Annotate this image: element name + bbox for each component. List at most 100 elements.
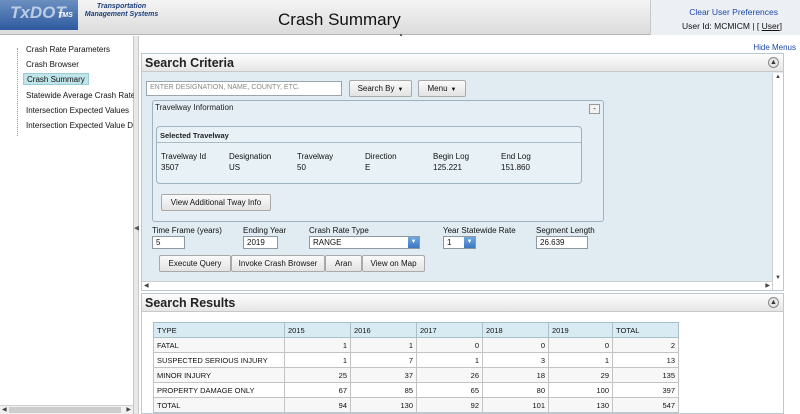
- column-header-total[interactable]: TOTAL: [612, 322, 679, 338]
- results-table: TYPE 2015 2016 2017 2018 2019 TOTAL FATA…: [153, 322, 679, 413]
- chevron-down-icon[interactable]: ▼: [464, 237, 475, 248]
- panel-header: Search Criteria ▲: [142, 54, 783, 72]
- cell-value: 0: [416, 337, 483, 353]
- cell-value: 0: [548, 337, 613, 353]
- cell-value: 397: [612, 382, 679, 398]
- sidebar: Crash Rate Parameters Crash Browser Cras…: [0, 36, 136, 414]
- sidebar-item-intersection-expected-values[interactable]: Intersection Expected Values: [23, 105, 132, 117]
- cell-type: FATAL: [153, 337, 285, 353]
- begin-log-field: Begin Log 125.221: [433, 151, 469, 173]
- user-id-prefix: User Id: MCMICM | [: [682, 21, 760, 31]
- sidebar-item-crash-browser[interactable]: Crash Browser: [23, 59, 82, 71]
- sidebar-item-crash-summary[interactable]: Crash Summary: [23, 73, 89, 85]
- field-value: 151.860: [501, 163, 530, 172]
- travelway-field: Travelway 50: [297, 151, 333, 173]
- sidebar-item-statewide-average-crash-rate[interactable]: Statewide Average Crash Rate: [23, 90, 138, 102]
- column-header-2018[interactable]: 2018: [482, 322, 549, 338]
- column-header-type[interactable]: TYPE: [153, 322, 285, 338]
- search-by-button[interactable]: Search By ▼: [349, 80, 412, 97]
- criteria-hscrollbar[interactable]: ◀ ▶: [142, 281, 772, 290]
- search-input[interactable]: ENTER DESIGNATION, NAME, COUNTY, ETC.: [146, 81, 342, 96]
- view-on-map-button[interactable]: View on Map: [362, 255, 425, 272]
- segment-length-label: Segment Length: [536, 226, 595, 235]
- table-row[interactable]: PROPERTY DAMAGE ONLY 67 85 65 80 100 397: [153, 382, 679, 398]
- cell-value: 85: [350, 382, 417, 398]
- collapse-up-icon[interactable]: ▲: [768, 57, 779, 68]
- scroll-thumb[interactable]: [9, 407, 121, 413]
- invoke-crash-browser-button[interactable]: Invoke Crash Browser: [231, 255, 325, 272]
- execute-query-button[interactable]: Execute Query: [159, 255, 231, 272]
- segment-length-input[interactable]: 26.639: [536, 236, 588, 249]
- user-link[interactable]: User: [762, 21, 780, 31]
- column-header-2017[interactable]: 2017: [416, 322, 483, 338]
- clear-preferences-link[interactable]: Clear User Preferences: [689, 7, 778, 17]
- cell-value: 2: [612, 337, 679, 353]
- field-label: Begin Log: [433, 152, 470, 161]
- end-log-field: End Log 151.860: [501, 151, 531, 173]
- crash-rate-type-select[interactable]: RANGE ▼: [309, 236, 420, 249]
- field-value: 125.221: [433, 163, 462, 172]
- travelway-information-box: Travelway Information - Selected Travelw…: [152, 100, 604, 222]
- cell-value: 130: [350, 397, 417, 413]
- aran-button[interactable]: Aran: [325, 255, 362, 272]
- user-id-suffix: ]: [779, 21, 782, 31]
- tree-line: [17, 48, 18, 136]
- cell-value: 1: [548, 352, 613, 368]
- year-statewide-rate-label: Year Statewide Rate: [443, 226, 516, 235]
- cell-value: 13: [612, 352, 679, 368]
- time-frame-input[interactable]: 5: [152, 236, 185, 249]
- logo-tms: TMS: [58, 12, 73, 19]
- collapse-up-icon[interactable]: ▲: [768, 297, 779, 308]
- table-row[interactable]: TOTAL 94 130 92 101 130 547: [153, 397, 679, 413]
- chevron-down-icon: ▼: [397, 87, 404, 93]
- cell-type: TOTAL: [153, 397, 285, 413]
- crash-rate-type-value: RANGE: [313, 238, 342, 247]
- scroll-down-icon[interactable]: ▼: [775, 275, 781, 281]
- chevron-down-icon[interactable]: ▼: [408, 237, 419, 248]
- cell-value: 25: [284, 367, 351, 383]
- scroll-left-icon[interactable]: ◀: [2, 406, 7, 413]
- field-label: Designation: [229, 152, 272, 161]
- year-statewide-rate-select[interactable]: 1 ▼: [443, 236, 476, 249]
- cell-value: 92: [416, 397, 483, 413]
- designation-field: Designation US: [229, 151, 271, 173]
- sidebar-item-crash-rate-parameters[interactable]: Crash Rate Parameters: [23, 44, 113, 56]
- cell-type: SUSPECTED SERIOUS INJURY: [153, 352, 285, 368]
- scroll-right-icon[interactable]: ▶: [765, 282, 770, 289]
- sidebar-hscrollbar[interactable]: ◀ ▶: [0, 405, 133, 414]
- view-additional-tway-info-button[interactable]: View Additional Tway Info: [161, 194, 271, 211]
- user-id-text: User Id: MCMICM | [ User]: [682, 21, 782, 31]
- scroll-up-icon[interactable]: ▲: [775, 74, 781, 80]
- menu-label: Menu: [427, 84, 448, 93]
- cell-value: 18: [482, 367, 549, 383]
- chevron-down-icon: ▼: [450, 87, 457, 93]
- cell-value: 135: [612, 367, 679, 383]
- menu-button[interactable]: Menu ▼: [418, 80, 466, 97]
- travelway-information-title: Travelway Information: [155, 103, 234, 112]
- field-label: Travelway: [297, 152, 334, 161]
- column-header-2015[interactable]: 2015: [284, 322, 351, 338]
- table-row[interactable]: MINOR INJURY 25 37 26 18 29 135: [153, 367, 679, 383]
- ending-year-input[interactable]: 2019: [243, 236, 278, 249]
- cell-type: PROPERTY DAMAGE ONLY: [153, 382, 285, 398]
- table-row[interactable]: SUSPECTED SERIOUS INJURY 1 7 1 3 1 13: [153, 352, 679, 368]
- user-panel: Clear User Preferences User Id: MCMICM |…: [650, 0, 800, 35]
- cell-value: 67: [284, 382, 351, 398]
- column-header-2016[interactable]: 2016: [350, 322, 417, 338]
- cell-value: 130: [548, 397, 613, 413]
- criteria-vscrollbar[interactable]: ▲ ▼: [772, 73, 783, 290]
- collapse-icon[interactable]: -: [589, 104, 600, 114]
- cell-value: 29: [548, 367, 613, 383]
- sidebar-item-intersection-expected-value-d[interactable]: Intersection Expected Value D: [23, 120, 136, 132]
- cell-value: 1: [284, 337, 351, 353]
- table-row[interactable]: FATAL 1 1 0 0 0 2: [153, 337, 679, 353]
- main-content: Hide Menus Search Criteria ▲ ENTER DESIG…: [139, 36, 800, 414]
- column-header-2019[interactable]: 2019: [548, 322, 613, 338]
- scroll-left-icon[interactable]: ◀: [144, 282, 149, 289]
- cell-value: 65: [416, 382, 483, 398]
- scroll-right-icon[interactable]: ▶: [126, 406, 131, 413]
- cell-value: 3: [482, 352, 549, 368]
- cell-value: 1: [284, 352, 351, 368]
- hide-menus-link[interactable]: Hide Menus: [753, 43, 796, 52]
- cell-type: MINOR INJURY: [153, 367, 285, 383]
